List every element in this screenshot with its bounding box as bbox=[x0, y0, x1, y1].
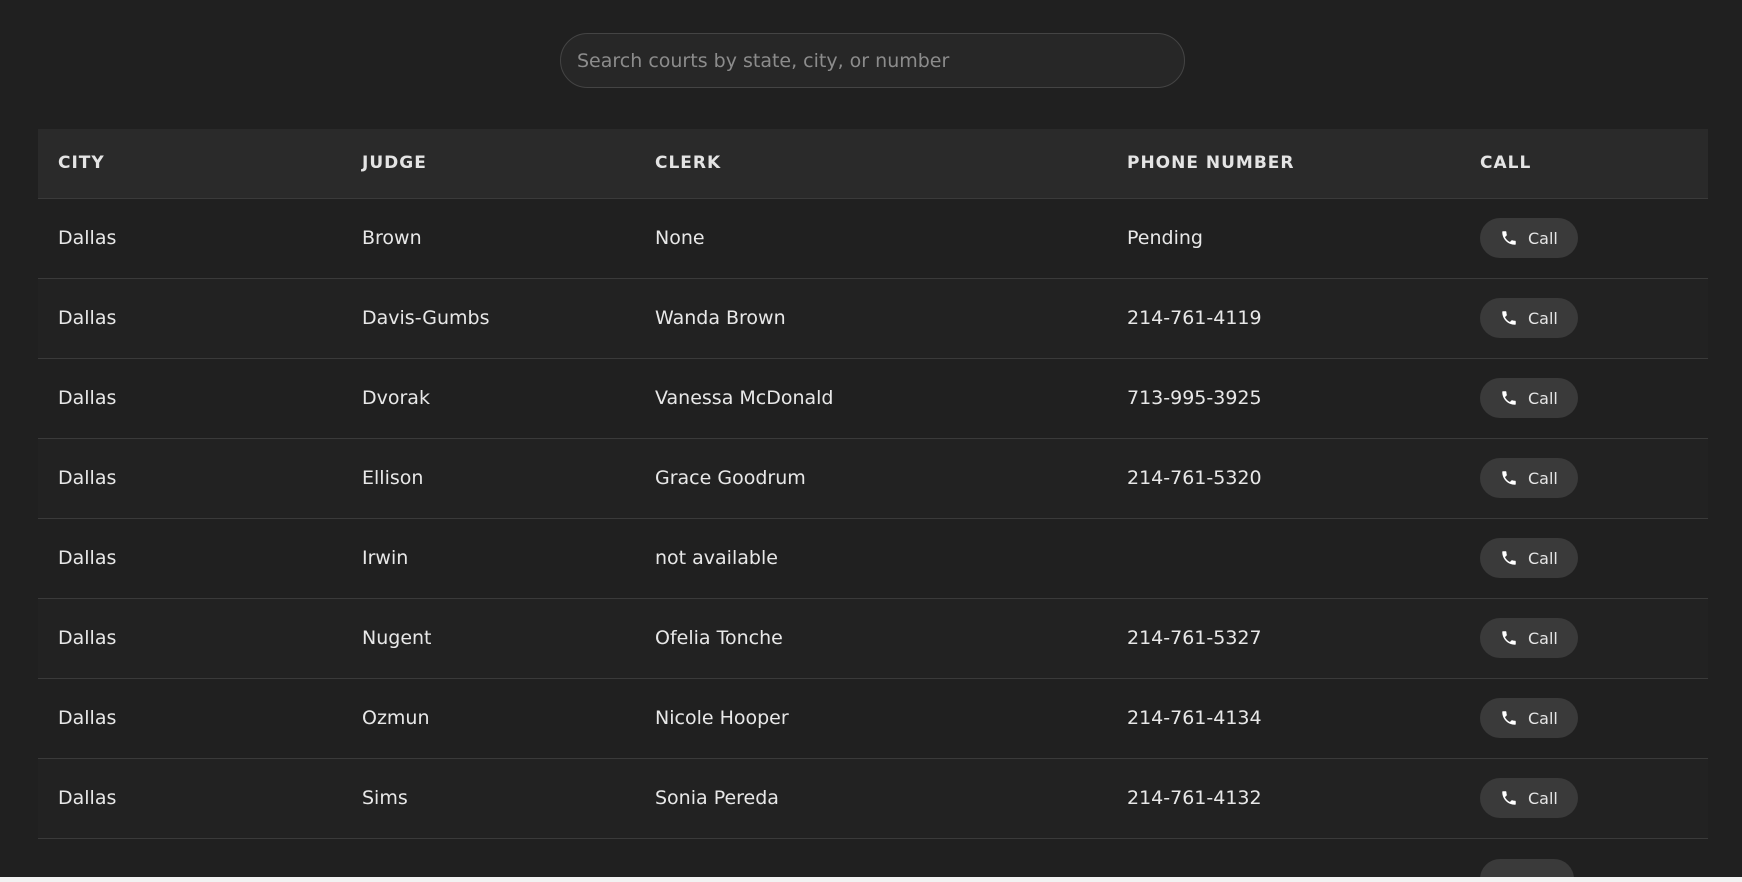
court-directory-app: CITY JUDGE CLERK PHONE NUMBER CALL Dalla… bbox=[0, 0, 1742, 877]
phone-icon bbox=[1500, 229, 1518, 247]
call-button-label: Call bbox=[1528, 388, 1558, 408]
column-header-clerk: CLERK bbox=[635, 129, 1107, 199]
clerk-cell: Wanda Brown bbox=[655, 307, 786, 329]
clerk-cell: Grace Goodrum bbox=[655, 467, 806, 489]
phone-cell bbox=[1107, 518, 1460, 598]
call-button[interactable]: Call bbox=[1480, 698, 1578, 738]
judge-cell: Sims bbox=[362, 787, 408, 809]
city-cell: Dallas bbox=[58, 227, 117, 249]
city-cell: Dallas bbox=[58, 307, 117, 329]
phone-cell: 214-761-5327 bbox=[1127, 627, 1262, 649]
call-button-label: Call bbox=[1528, 468, 1558, 488]
call-button[interactable]: Call bbox=[1480, 778, 1578, 818]
phone-cell: 214-761-5320 bbox=[1127, 467, 1262, 489]
call-cell: Call bbox=[1460, 438, 1708, 518]
call-button[interactable]: Call bbox=[1480, 538, 1578, 578]
city-cell: Dallas bbox=[58, 627, 117, 649]
phone-cell: 214-761-4119 bbox=[1127, 307, 1262, 329]
clerk-cell: Ofelia Tonche bbox=[655, 627, 783, 649]
call-button-label: Call bbox=[1528, 548, 1558, 568]
city-cell: Dallas bbox=[58, 467, 117, 489]
clerk-cell: not available bbox=[655, 547, 778, 569]
phone-icon bbox=[1500, 469, 1518, 487]
column-header-city: CITY bbox=[38, 129, 342, 199]
column-header-judge: JUDGE bbox=[342, 129, 635, 199]
call-button[interactable] bbox=[1480, 858, 1574, 877]
call-cell: Call bbox=[1460, 278, 1708, 358]
call-button[interactable]: Call bbox=[1480, 618, 1578, 658]
courts-table-container: CITY JUDGE CLERK PHONE NUMBER CALL Dalla… bbox=[38, 129, 1708, 877]
judge-cell: Dvorak bbox=[362, 387, 430, 409]
judge-cell: Irwin bbox=[362, 547, 409, 569]
judge-cell: Nugent bbox=[362, 627, 432, 649]
table-row: Dallas Davis-Gumbs Wanda Brown 214-761-4… bbox=[38, 278, 1708, 358]
phone-cell: Pending bbox=[1127, 227, 1203, 249]
table-row: Dallas Dvorak Vanessa McDonald 713-995-3… bbox=[38, 358, 1708, 438]
search-input[interactable] bbox=[561, 34, 1184, 87]
phone-cell: 713-995-3925 bbox=[1127, 387, 1262, 409]
phone-icon bbox=[1500, 709, 1518, 727]
call-button[interactable]: Call bbox=[1480, 458, 1578, 498]
phone-cell: 214-761-4132 bbox=[1127, 787, 1262, 809]
city-cell: Dallas bbox=[58, 547, 117, 569]
call-button-label: Call bbox=[1528, 228, 1558, 248]
city-cell: Dallas bbox=[58, 387, 117, 409]
table-row: Dallas Ellison Grace Goodrum 214-761-532… bbox=[38, 438, 1708, 518]
phone-icon bbox=[1500, 629, 1518, 647]
judge-cell: Ellison bbox=[362, 467, 424, 489]
call-button[interactable]: Call bbox=[1480, 218, 1578, 258]
call-button-label: Call bbox=[1528, 788, 1558, 808]
table-row: Dallas Brown None Pending Call bbox=[38, 198, 1708, 278]
phone-icon bbox=[1500, 789, 1518, 807]
judge-cell: Ozmun bbox=[362, 707, 430, 729]
search-bar[interactable] bbox=[560, 33, 1185, 88]
table-row: Dallas Sims Sonia Pereda 214-761-4132 Ca… bbox=[38, 758, 1708, 838]
clerk-cell: Sonia Pereda bbox=[655, 787, 779, 809]
call-button-label: Call bbox=[1528, 308, 1558, 328]
call-cell: Call bbox=[1460, 358, 1708, 438]
call-button-label: Call bbox=[1528, 628, 1558, 648]
phone-icon bbox=[1500, 309, 1518, 327]
call-cell: Call bbox=[1460, 518, 1708, 598]
call-cell: Call bbox=[1460, 758, 1708, 838]
table-row: Dallas Irwin not available Call bbox=[38, 518, 1708, 598]
call-button[interactable]: Call bbox=[1480, 378, 1578, 418]
column-header-phone-number: PHONE NUMBER bbox=[1107, 129, 1460, 199]
phone-icon bbox=[1500, 389, 1518, 407]
table-row: Dallas Nugent Ofelia Tonche 214-761-5327… bbox=[38, 598, 1708, 678]
table-row: Dallas Ozmun Nicole Hooper 214-761-4134 … bbox=[38, 678, 1708, 758]
phone-icon bbox=[1500, 549, 1518, 567]
phone-cell: 214-761-4134 bbox=[1127, 707, 1262, 729]
city-cell: Dallas bbox=[58, 787, 117, 809]
judge-cell: Brown bbox=[362, 227, 422, 249]
call-cell: Call bbox=[1460, 598, 1708, 678]
header-row: CITY JUDGE CLERK PHONE NUMBER CALL bbox=[38, 129, 1708, 199]
call-button[interactable]: Call bbox=[1480, 298, 1578, 338]
judge-cell: Davis-Gumbs bbox=[362, 307, 490, 329]
clerk-cell: Vanessa McDonald bbox=[655, 387, 834, 409]
call-cell: Call bbox=[1460, 198, 1708, 278]
table-header: CITY JUDGE CLERK PHONE NUMBER CALL bbox=[38, 129, 1708, 199]
clerk-cell: None bbox=[655, 227, 705, 249]
column-header-call: CALL bbox=[1460, 129, 1708, 199]
call-cell: Call bbox=[1460, 678, 1708, 758]
city-cell: Dallas bbox=[58, 707, 117, 729]
call-button-label: Call bbox=[1528, 708, 1558, 728]
table-body: Dallas Brown None Pending Call Dallas Da… bbox=[38, 198, 1708, 877]
window-bottom-edge bbox=[0, 877, 1742, 882]
courts-table: CITY JUDGE CLERK PHONE NUMBER CALL Dalla… bbox=[38, 129, 1708, 877]
clerk-cell: Nicole Hooper bbox=[655, 707, 789, 729]
table-row-partial bbox=[38, 838, 1708, 877]
